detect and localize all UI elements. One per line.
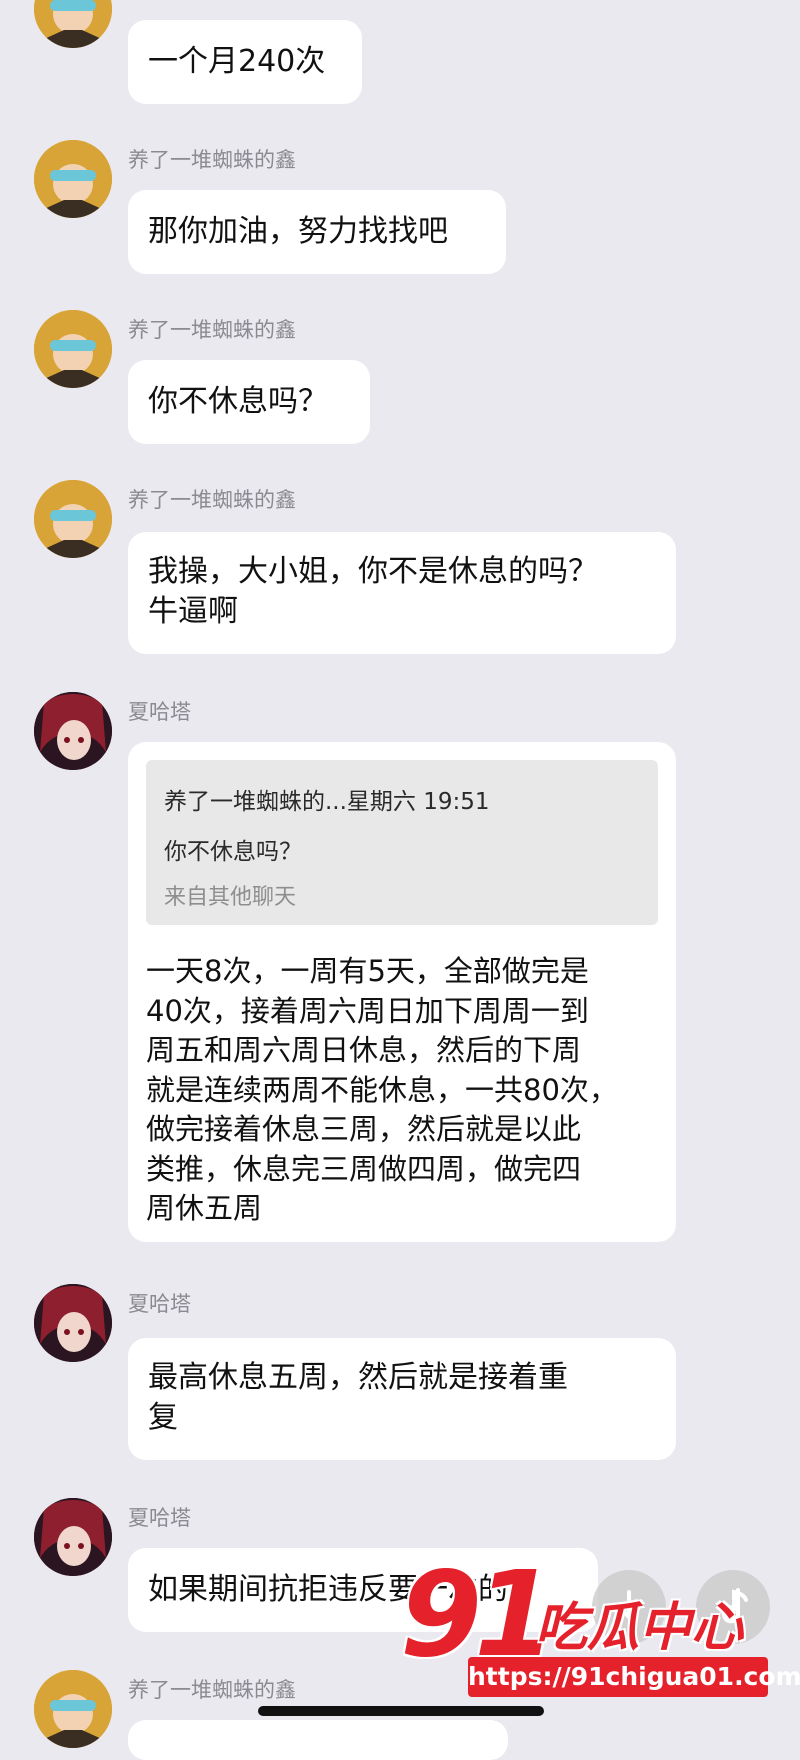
message-text-line: 类推，休息完三周做四周，做完四 [146,1151,582,1186]
sender-name: 夏哈塔 [128,1506,191,1530]
goggles-character-avatar-icon [34,1670,112,1748]
message-bubble[interactable]: 你不休息吗？ [128,360,370,444]
message-text-line: 40次，接着周六周日加下周周一到 [146,993,589,1028]
sender-name: 养了一堆蜘蛛的鑫 [128,1678,296,1702]
goggles-character-avatar-icon [34,310,112,388]
red-hair-character-avatar-icon [34,1498,112,1576]
message-text-line: 一天8次，一周有5天，全部做完是 [146,954,589,988]
quote-text: 你不休息吗？ [164,839,302,865]
red-hair-character-avatar-icon [34,1284,112,1362]
message-bubble[interactable]: 最高休息五周，然后就是接着重 复 [128,1338,676,1460]
sender-name: 养了一堆蜘蛛的鑫 [128,148,296,172]
message-text-line: 就是连续两周不能休息，一共80次， [146,1072,618,1107]
quoted-message[interactable]: 养了一堆蜘蛛的...星期六 19:51 你不休息吗？ 来自其他聊天 [146,760,658,925]
message-text: 那你加油，努力找找吧 [148,214,448,249]
message-text-line: 复 [148,1400,178,1435]
avatar[interactable] [34,1284,112,1362]
message-text-line: 牛逼啊 [148,594,238,629]
avatar[interactable] [34,1670,112,1748]
home-indicator[interactable] [258,1706,544,1716]
message-text-line: 我操，大小姐，你不是休息的吗？ [148,554,598,589]
avatar[interactable] [34,0,112,48]
sender-name: 养了一堆蜘蛛的鑫 [128,488,296,512]
message-text-line: 周休五周 [146,1191,263,1225]
sender-name: 夏哈塔 [128,1292,191,1316]
message-text: 一个月240次 [148,44,326,79]
message-text: 你不休息吗？ [148,384,328,419]
goggles-character-avatar-icon [34,140,112,218]
message-text-line: 最高休息五周，然后就是接着重 [148,1360,568,1395]
goggles-character-avatar-icon [34,480,112,558]
avatar[interactable] [34,1498,112,1576]
message-bubble[interactable]: 养了一堆蜘蛛的...星期六 19:51 你不休息吗？ 来自其他聊天 一天8次，一… [128,742,676,1242]
message-bubble[interactable]: 一个月240次 [128,20,362,104]
sender-name: 夏哈塔 [128,700,191,724]
avatar[interactable] [34,480,112,558]
message-text-line: 周五和周六周日休息，然后的下周 [146,1033,582,1067]
watermark-title: 吃瓜中心 [535,1598,744,1658]
message-bubble[interactable]: 那你加油，努力找找吧 [128,190,506,274]
avatar[interactable] [34,692,112,770]
sender-name: 养了一堆蜘蛛的鑫 [128,318,296,342]
avatar[interactable] [34,140,112,218]
message-bubble[interactable]: 我操，大小姐，你不是休息的吗？ 牛逼啊 [128,532,676,654]
avatar[interactable] [34,310,112,388]
message-body: 一天8次，一周有5天，全部做完是 40次，接着周六周日加下周周一到 周五和周六周… [146,952,618,1229]
goggles-character-avatar-icon [34,0,112,48]
quote-header: 养了一堆蜘蛛的...星期六 19:51 [164,789,490,815]
message-text-line: 做完接着休息三周，然后就是以此 [146,1112,582,1146]
quote-source: 来自其他聊天 [164,885,297,910]
watermark-url: https://91chigua01.com [468,1657,800,1697]
site-watermark: 91 吃瓜中心 https://91chigua01.com [400,1545,800,1732]
red-hair-character-avatar-icon [34,692,112,770]
